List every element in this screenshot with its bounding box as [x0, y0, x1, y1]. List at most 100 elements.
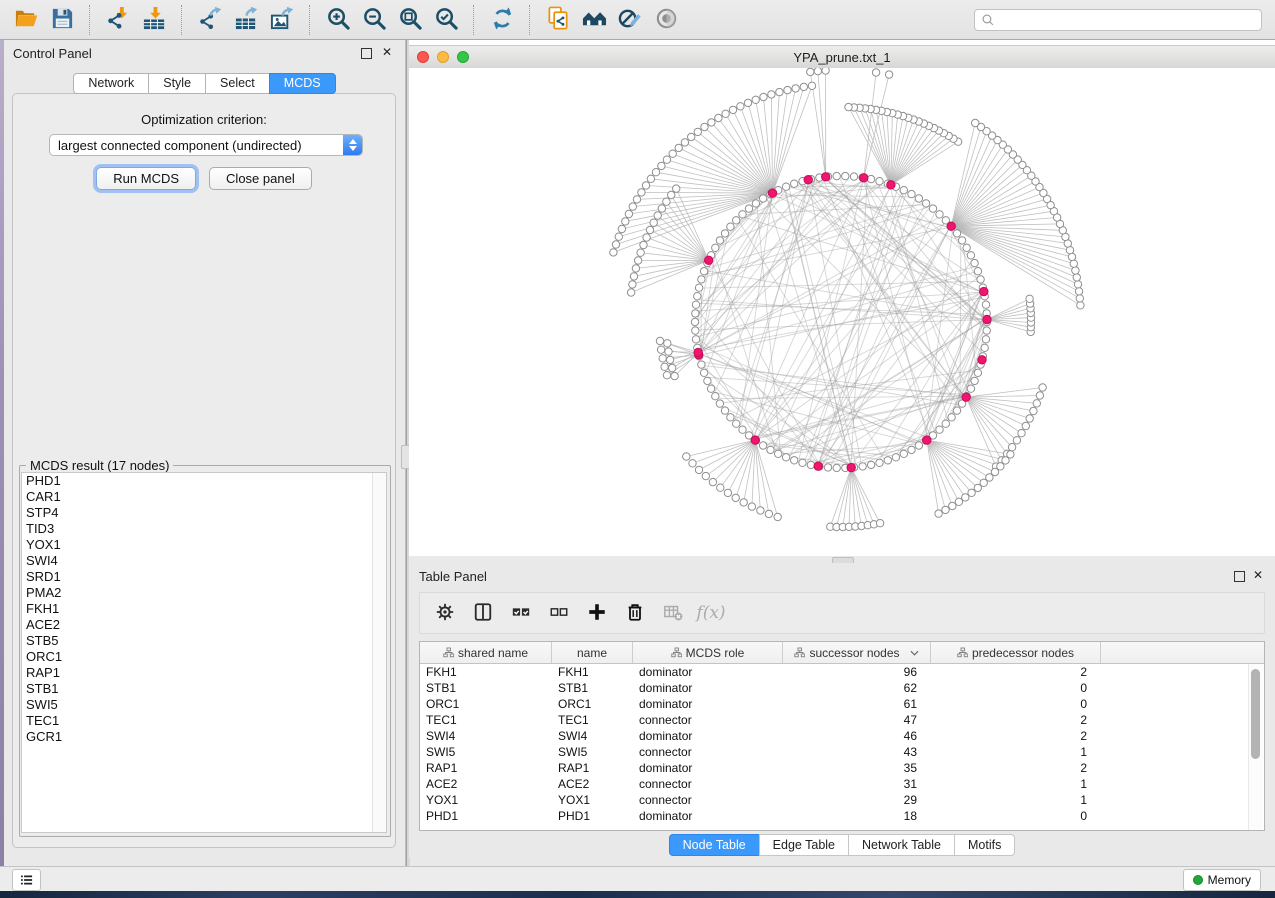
- column-header-name[interactable]: name: [552, 642, 633, 663]
- cell-shared-name[interactable]: SWI5: [420, 745, 552, 759]
- result-list-scrollbar[interactable]: [372, 473, 386, 832]
- cell-predecessor-nodes[interactable]: 0: [931, 681, 1101, 695]
- mcds-result-node[interactable]: ACE2: [22, 617, 386, 633]
- cell-successor-nodes[interactable]: 18: [783, 809, 931, 823]
- float-table-panel-icon[interactable]: [1234, 571, 1245, 582]
- toggle-panel-button[interactable]: [466, 597, 500, 629]
- mcds-result-node[interactable]: PHD1: [22, 473, 386, 489]
- select-all-button[interactable]: [504, 597, 538, 629]
- tab-style[interactable]: Style: [148, 73, 205, 94]
- refresh-button[interactable]: [484, 4, 520, 36]
- hide-selected-button[interactable]: [612, 4, 648, 36]
- table-row[interactable]: SWI4SWI4dominator462: [420, 728, 1264, 744]
- cell-shared-name[interactable]: RAP1: [420, 761, 552, 775]
- zoom-out-button[interactable]: [356, 4, 392, 36]
- search-input[interactable]: [999, 12, 1255, 28]
- table-scrollbar-thumb[interactable]: [1251, 669, 1260, 759]
- tab-edge-table[interactable]: Edge Table: [759, 834, 848, 856]
- cell-predecessor-nodes[interactable]: 0: [931, 697, 1101, 711]
- cell-shared-name[interactable]: TEC1: [420, 713, 552, 727]
- cell-shared-name[interactable]: SWI4: [420, 729, 552, 743]
- table-row[interactable]: SWI5SWI5connector431: [420, 744, 1264, 760]
- mcds-result-node[interactable]: ORC1: [22, 649, 386, 665]
- cell-shared-name[interactable]: ACE2: [420, 777, 552, 791]
- table-row[interactable]: PHD1PHD1dominator180: [420, 808, 1264, 824]
- cell-successor-nodes[interactable]: 35: [783, 761, 931, 775]
- cell-shared-name[interactable]: STB1: [420, 681, 552, 695]
- tab-network-table[interactable]: Network Table: [848, 834, 954, 856]
- zoom-fit-button[interactable]: [392, 4, 428, 36]
- cell-predecessor-nodes[interactable]: 2: [931, 713, 1101, 727]
- mcds-result-node[interactable]: STB1: [22, 681, 386, 697]
- cell-predecessor-nodes[interactable]: 0: [931, 809, 1101, 823]
- settings-gear-button[interactable]: [428, 597, 462, 629]
- cell-shared-name[interactable]: FKH1: [420, 665, 552, 679]
- table-scrollbar[interactable]: [1248, 664, 1263, 830]
- table-row[interactable]: FKH1FKH1dominator962: [420, 664, 1264, 680]
- cell-successor-nodes[interactable]: 29: [783, 793, 931, 807]
- column-header-MCDS-role[interactable]: MCDS role: [633, 642, 783, 663]
- cell-predecessor-nodes[interactable]: 2: [931, 665, 1101, 679]
- table-row[interactable]: YOX1YOX1connector291: [420, 792, 1264, 808]
- cell-MCDS-role[interactable]: connector: [633, 793, 783, 807]
- cell-MCDS-role[interactable]: dominator: [633, 665, 783, 679]
- zoom-selected-button[interactable]: [428, 4, 464, 36]
- import-network-button[interactable]: [100, 4, 136, 36]
- column-header-predecessor-nodes[interactable]: predecessor nodes: [931, 642, 1101, 663]
- mcds-result-node[interactable]: PMA2: [22, 585, 386, 601]
- cell-successor-nodes[interactable]: 46: [783, 729, 931, 743]
- cell-MCDS-role[interactable]: connector: [633, 713, 783, 727]
- table-row[interactable]: TEC1TEC1connector472: [420, 712, 1264, 728]
- cell-predecessor-nodes[interactable]: 2: [931, 729, 1101, 743]
- mcds-result-node[interactable]: STB5: [22, 633, 386, 649]
- cell-successor-nodes[interactable]: 31: [783, 777, 931, 791]
- optimization-criterion-select[interactable]: largest connected component (undirected): [49, 134, 363, 156]
- cell-MCDS-role[interactable]: dominator: [633, 729, 783, 743]
- cell-predecessor-nodes[interactable]: 1: [931, 793, 1101, 807]
- close-panel-icon[interactable]: ✕: [382, 45, 392, 59]
- column-header-shared-name[interactable]: shared name: [420, 642, 552, 663]
- cell-name[interactable]: SWI5: [552, 745, 633, 759]
- open-file-button[interactable]: [8, 4, 44, 36]
- run-mcds-button[interactable]: Run MCDS: [96, 167, 196, 190]
- memory-button[interactable]: Memory: [1183, 869, 1261, 891]
- tab-mcds[interactable]: MCDS: [269, 73, 336, 94]
- network-canvas[interactable]: [409, 68, 1275, 556]
- table-row[interactable]: STB1STB1dominator620: [420, 680, 1264, 696]
- save-session-button[interactable]: [44, 4, 80, 36]
- mcds-result-node[interactable]: SRD1: [22, 569, 386, 585]
- new-network-from-selection-button[interactable]: [540, 4, 576, 36]
- table-row[interactable]: ACE2ACE2connector311: [420, 776, 1264, 792]
- mcds-result-node[interactable]: TID3: [22, 521, 386, 537]
- cell-MCDS-role[interactable]: dominator: [633, 697, 783, 711]
- mcds-result-list[interactable]: PHD1CAR1STP4TID3YOX1SWI4SRD1PMA2FKH1ACE2…: [21, 472, 387, 833]
- mcds-result-node[interactable]: RAP1: [22, 665, 386, 681]
- show-all-button[interactable]: [648, 4, 684, 36]
- close-panel-button[interactable]: Close panel: [209, 167, 312, 190]
- cell-MCDS-role[interactable]: connector: [633, 777, 783, 791]
- table-row[interactable]: RAP1RAP1dominator352: [420, 760, 1264, 776]
- export-table-button[interactable]: [228, 4, 264, 36]
- cell-predecessor-nodes[interactable]: 1: [931, 745, 1101, 759]
- cell-predecessor-nodes[interactable]: 2: [931, 761, 1101, 775]
- export-image-button[interactable]: [264, 4, 300, 36]
- cell-shared-name[interactable]: PHD1: [420, 809, 552, 823]
- tab-select[interactable]: Select: [205, 73, 269, 94]
- task-history-button[interactable]: [12, 869, 41, 891]
- cell-MCDS-role[interactable]: dominator: [633, 681, 783, 695]
- cell-name[interactable]: TEC1: [552, 713, 633, 727]
- cell-name[interactable]: RAP1: [552, 761, 633, 775]
- mcds-result-node[interactable]: SWI4: [22, 553, 386, 569]
- add-column-button[interactable]: [580, 597, 614, 629]
- cell-shared-name[interactable]: ORC1: [420, 697, 552, 711]
- cell-MCDS-role[interactable]: dominator: [633, 761, 783, 775]
- import-table-button[interactable]: [136, 4, 172, 36]
- network-graph[interactable]: [409, 68, 1275, 556]
- cell-name[interactable]: FKH1: [552, 665, 633, 679]
- mcds-result-node[interactable]: TEC1: [22, 713, 386, 729]
- close-table-panel-icon[interactable]: ✕: [1253, 568, 1263, 582]
- deselect-all-button[interactable]: [542, 597, 576, 629]
- cell-successor-nodes[interactable]: 43: [783, 745, 931, 759]
- cell-name[interactable]: PHD1: [552, 809, 633, 823]
- cell-name[interactable]: SWI4: [552, 729, 633, 743]
